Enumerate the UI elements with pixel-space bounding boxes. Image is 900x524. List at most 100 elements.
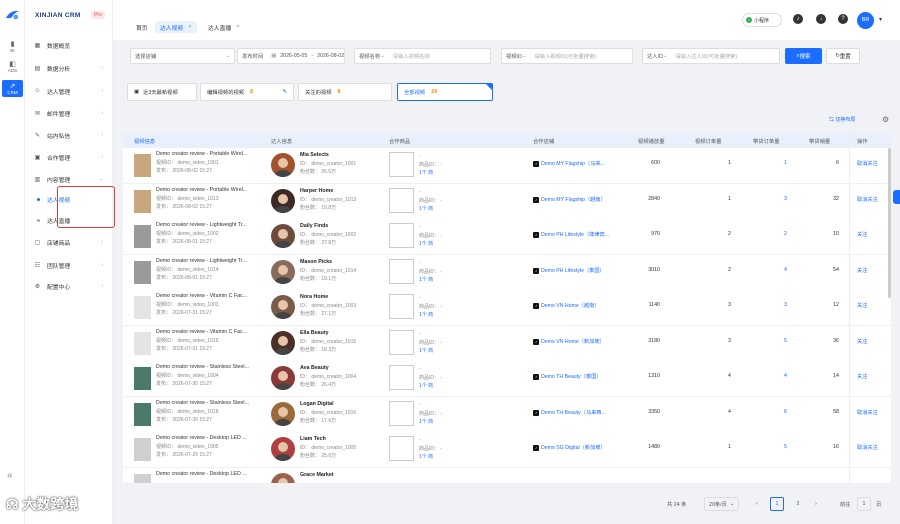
cell-sorders[interactable]: 2 — [757, 231, 787, 237]
chevron-down-icon[interactable]: ▾ — [879, 16, 882, 23]
help-icon[interactable]: ? — [838, 14, 848, 24]
video-title[interactable]: Demo creator review - Portable Wirel... — [156, 151, 264, 157]
video-title[interactable]: Demo creator review - Portable Wirel... — [156, 187, 264, 193]
shop-link[interactable]: ♪ Demo PH Lifestyle（菲律宾... — [533, 231, 609, 238]
scrollbar[interactable] — [888, 148, 891, 298]
creator-avatar[interactable] — [271, 401, 295, 426]
avatar[interactable]: BR — [857, 12, 874, 29]
product-image[interactable] — [389, 400, 414, 426]
creator-name[interactable]: Daily Finds — [300, 223, 328, 229]
rail-item-bi[interactable]: ▮ BI — [2, 38, 23, 55]
cell-sorders[interactable]: 3 — [757, 196, 787, 202]
product-image[interactable] — [389, 187, 414, 213]
cell-sorders[interactable]: 1 — [757, 160, 787, 166]
video-thumbnail[interactable] — [134, 260, 151, 284]
product-image[interactable] — [389, 294, 414, 319]
creator-avatar[interactable] — [271, 366, 295, 390]
creator-avatar[interactable] — [271, 188, 295, 213]
video-thumbnail[interactable] — [134, 225, 151, 248]
shop-link[interactable]: ♪ Demo MY Flagship（马来... — [533, 160, 605, 167]
video-title[interactable]: Demo creator review - Vitamin C Fac... — [156, 329, 264, 335]
tab-creator-live[interactable]: 达人直播 × — [203, 21, 245, 33]
sidebar-item-content[interactable]: ▥ 内容管理 ⌄ — [33, 172, 109, 186]
product-image[interactable] — [389, 436, 414, 461]
shop-link[interactable]: ♪ Demo PH Lifestyle（泰国） — [533, 267, 605, 274]
mini-program-button[interactable]: ✓ 小程序 — [742, 13, 782, 27]
video-thumbnail[interactable] — [134, 189, 151, 213]
sidebar-item-overview[interactable]: ▦ 数据概览 — [33, 38, 109, 52]
page-1[interactable]: 1 — [770, 497, 784, 511]
rail-item-crm[interactable]: ⇗ CRM — [2, 80, 23, 97]
cell-sorders[interactable]: 3 — [757, 302, 787, 308]
sidebar-subitem-creator-videos[interactable]: 达人视频 — [37, 192, 101, 206]
video-title[interactable]: Demo creator review - Desktop LED ... — [156, 435, 264, 441]
video-thumbnail[interactable] — [134, 473, 151, 483]
quick-filter-recent[interactable]: ▣ 近3天最新视频 — [127, 83, 197, 101]
sidebar-subitem-creator-live[interactable]: 达人直播 — [37, 213, 101, 227]
creator-name[interactable]: Mason Picks — [300, 259, 332, 265]
shop-link[interactable]: ♪ Demo VN Home（新加坡） — [533, 338, 605, 345]
product-image[interactable] — [389, 365, 414, 390]
side-drawer-handle[interactable] — [893, 190, 900, 204]
product-count[interactable]: 1个 商 — [419, 453, 433, 460]
product-count[interactable]: 1个 商 — [419, 240, 433, 247]
creator-avatar[interactable] — [271, 295, 295, 319]
sidebar-item-analysis[interactable]: ▤ 数据分析 › — [33, 61, 109, 75]
cell-sorders[interactable]: 4 — [757, 267, 787, 273]
video-name-field[interactable]: 视频名称 ⌄ 请输入视频名称 — [354, 48, 491, 64]
creator-name[interactable]: Grace Market — [300, 472, 334, 478]
page-2[interactable]: 2 — [791, 497, 805, 511]
sidebar-item-config[interactable]: ⚙ 配置中心 › — [33, 279, 109, 293]
shop-link[interactable]: ♪ Demo SG Digital（新加坡） — [533, 444, 606, 451]
creator-name[interactable]: Ella Beauty — [300, 330, 329, 336]
page-size-select[interactable]: 20条/页 ⌄ — [704, 497, 740, 511]
product-count[interactable]: 1个 商 — [419, 311, 433, 318]
video-thumbnail[interactable] — [134, 367, 151, 390]
creator-name[interactable]: Liam Tech — [300, 436, 326, 442]
gear-icon[interactable]: ⚙ — [882, 115, 889, 124]
creator-name[interactable]: Ava Beauty — [300, 365, 329, 371]
product-count[interactable]: 1个 商 — [419, 382, 433, 389]
video-title[interactable]: Demo creator review - Lightweight Tr... — [156, 222, 264, 228]
creator-name[interactable]: Nora Home — [300, 294, 328, 300]
creator-avatar[interactable] — [271, 472, 295, 483]
goto-page-input[interactable]: 1 — [857, 497, 871, 511]
prev-page-icon[interactable]: ‹ — [756, 497, 758, 511]
creator-avatar[interactable] — [271, 224, 295, 248]
video-title[interactable]: Demo creator review - Stainless Steel... — [156, 400, 264, 406]
sidebar-item-shop-products[interactable]: ▢ 店铺商品 › — [33, 235, 109, 249]
cell-sorders[interactable]: 4 — [757, 373, 787, 379]
creator-id-field[interactable]: 达人ID ⌄ 请输入达人ID(可批量搜索) — [642, 48, 780, 64]
quick-filter-all[interactable]: 全部视频 24 — [397, 83, 493, 101]
product-count[interactable]: 1个 商 — [419, 276, 433, 283]
sidebar-item-email[interactable]: ✉ 邮件管理 › — [33, 106, 109, 120]
layout-switch-button[interactable]: ⇆ 切换布局 — [829, 116, 855, 123]
creator-avatar[interactable] — [271, 437, 295, 461]
creator-avatar[interactable] — [271, 259, 295, 284]
creator-avatar[interactable] — [271, 330, 295, 355]
video-thumbnail[interactable] — [134, 402, 151, 426]
cell-sorders[interactable]: 5 — [757, 338, 787, 344]
rail-item-ads[interactable]: ◧ ADS — [2, 58, 23, 75]
tab-home[interactable]: 首页 — [131, 21, 153, 33]
video-title[interactable]: Demo creator review - Vitamin C Fac... — [156, 293, 264, 299]
reset-button[interactable]: ↻ 重置 — [826, 48, 860, 64]
collapse-icon[interactable]: « — [7, 470, 13, 481]
product-image[interactable] — [389, 258, 414, 284]
shop-link[interactable]: ♪ Demo VN Home（越南） — [533, 302, 600, 309]
video-thumbnail[interactable] — [134, 296, 151, 319]
sidebar-item-creators[interactable]: ☺ 达人管理 › — [33, 84, 109, 98]
sidebar-item-cooperation[interactable]: ▣ 合作管理 › — [33, 150, 109, 164]
shop-link[interactable]: ♪ Demo MY Flagship（越南） — [533, 196, 606, 203]
shop-link[interactable]: ♪ Demo TH Beauty（泰国） — [533, 373, 601, 380]
sidebar-item-team[interactable]: ☷ 团队管理 › — [33, 258, 109, 272]
quick-filter-followed[interactable]: 关注的视频 8 — [298, 83, 392, 101]
product-image[interactable] — [389, 223, 414, 248]
video-id-field[interactable]: 视频ID ⌄ 请输入视频ID(可批量搜索) — [501, 48, 633, 64]
video-thumbnail[interactable] — [134, 438, 151, 461]
product-image[interactable] — [389, 152, 414, 177]
video-title[interactable]: Demo creator review - Stainless Steel... — [156, 364, 264, 370]
product-image[interactable] — [389, 329, 414, 355]
shop-link[interactable]: ♪ Demo TH Beauty（马来西... — [533, 409, 606, 416]
search-button[interactable]: ⌕ 搜索 — [785, 48, 822, 64]
